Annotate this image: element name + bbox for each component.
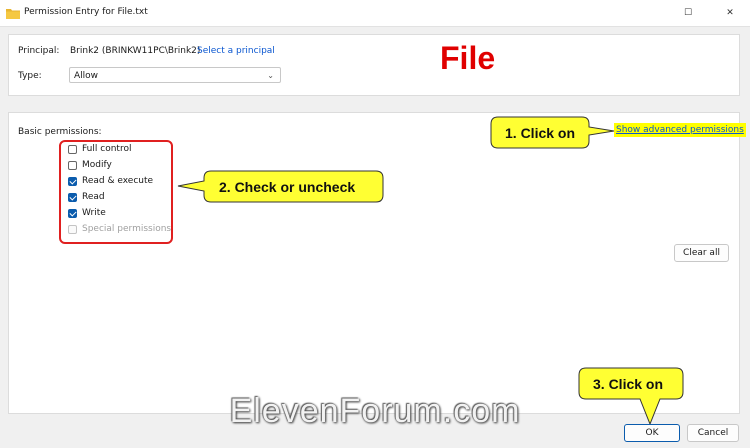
callout-step1-text: 1. Click on <box>505 125 576 141</box>
callout-step3-text: 3. Click on <box>593 376 664 392</box>
cancel-button[interactable]: Cancel <box>687 424 739 442</box>
ok-button[interactable]: OK <box>624 424 680 442</box>
callout-step2-text: 2. Check or uncheck <box>219 179 356 195</box>
